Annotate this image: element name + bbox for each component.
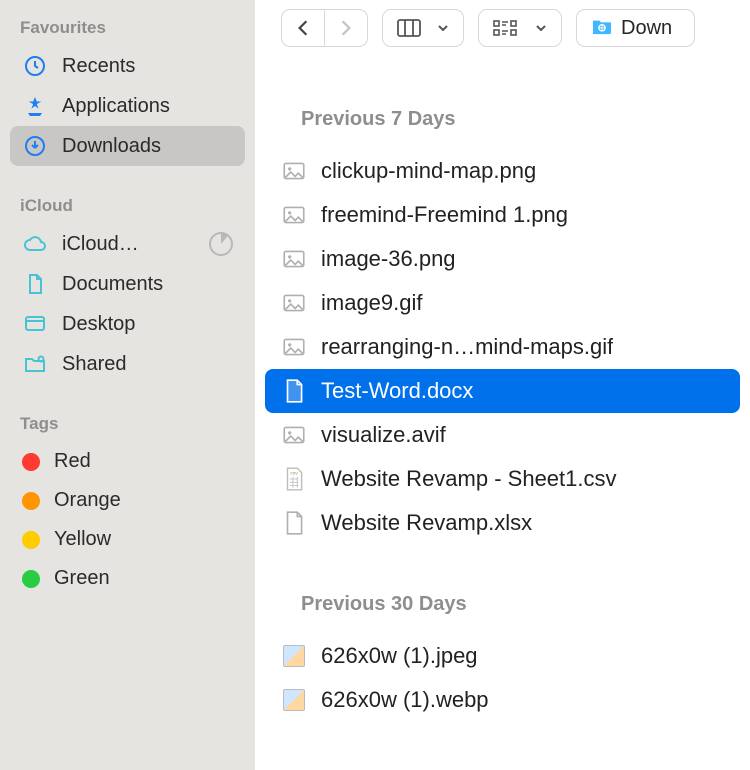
file-name: Website Revamp - Sheet1.csv (321, 466, 617, 492)
location-content: Down (577, 10, 694, 46)
sidebar-item-label: Downloads (62, 135, 161, 158)
sidebar-item-label: Documents (62, 273, 163, 296)
sidebar-section-icloud: iCloud iCloud… Documents (10, 190, 245, 384)
tag-dot-yellow (22, 531, 40, 549)
doc-file-icon (281, 378, 307, 404)
desktop-icon (22, 312, 48, 336)
image-file-icon (281, 290, 307, 316)
file-name: 626x0w (1).jpeg (321, 643, 478, 669)
sidebar-item-label: Yellow (54, 528, 111, 551)
applications-icon (22, 94, 48, 118)
sidebar-item-shared[interactable]: Shared (10, 344, 245, 384)
tag-dot-green (22, 570, 40, 588)
sidebar-item-label: Orange (54, 489, 121, 512)
view-mode-chevron (435, 10, 463, 46)
jpeg-file-icon (281, 687, 307, 713)
file-row[interactable]: 626x0w (1).jpeg (265, 634, 740, 678)
file-name: image9.gif (321, 290, 423, 316)
jpeg-file-icon (281, 643, 307, 669)
view-mode-columns[interactable] (382, 9, 464, 47)
file-name: rearranging-n…mind-maps.gif (321, 334, 613, 360)
file-row[interactable]: 626x0w (1).webp (265, 678, 740, 722)
sidebar-section-tags: Tags Red Orange Yellow Green (10, 408, 245, 598)
file-name: freemind-Freemind 1.png (321, 202, 568, 228)
file-name: Test-Word.docx (321, 378, 473, 404)
sidebar-item-label: Recents (62, 55, 135, 78)
section-title-tags: Tags (10, 408, 245, 442)
file-name: Website Revamp.xlsx (321, 510, 532, 536)
sidebar-item-label: iCloud… (62, 233, 139, 256)
image-file-icon (281, 334, 307, 360)
nav-buttons (281, 9, 368, 47)
file-row[interactable]: visualize.avif (265, 413, 740, 457)
back-button[interactable] (282, 10, 324, 46)
file-row[interactable]: Website Revamp.xlsx (265, 501, 740, 545)
sidebar-item-documents[interactable]: Documents (10, 264, 245, 304)
svg-text:csv: csv (290, 472, 298, 477)
location-label: Down (621, 17, 680, 40)
image-file-icon (281, 422, 307, 448)
image-file-icon (281, 202, 307, 228)
file-name: visualize.avif (321, 422, 446, 448)
folder-icon (591, 17, 613, 39)
shared-folder-icon (22, 352, 48, 376)
sidebar-item-label: Red (54, 450, 91, 473)
tag-dot-orange (22, 492, 40, 510)
file-row[interactable]: freemind-Freemind 1.png (265, 193, 740, 237)
main-pane: Down Previous 7 Days clickup-mind-map.png… (255, 0, 750, 770)
sidebar-section-favourites: Favourites Recents Applications (10, 12, 245, 166)
image-file-icon (281, 158, 307, 184)
sidebar-item-recents[interactable]: Recents (10, 46, 245, 86)
forward-button[interactable] (324, 10, 367, 46)
section-title-favourites: Favourites (10, 12, 245, 46)
sidebar-item-label: Shared (62, 353, 127, 376)
file-row[interactable]: image9.gif (265, 281, 740, 325)
sidebar-item-applications[interactable]: Applications (10, 86, 245, 126)
columns-view-icon (383, 10, 435, 46)
file-row[interactable]: rearranging-n…mind-maps.gif (265, 325, 740, 369)
sidebar-tag-red[interactable]: Red (10, 442, 245, 481)
group-by-chevron (533, 10, 561, 46)
doc-file-icon (281, 510, 307, 536)
sidebar-item-label: Desktop (62, 313, 135, 336)
location-button[interactable]: Down (576, 9, 695, 47)
tag-dot-red (22, 453, 40, 471)
file-row[interactable]: csv Website Revamp - Sheet1.csv (265, 457, 740, 501)
image-file-icon (281, 246, 307, 272)
clock-icon (22, 54, 48, 78)
icloud-drive-left: iCloud… (22, 232, 139, 256)
document-icon (22, 272, 48, 296)
sidebar-item-label: Green (54, 567, 110, 590)
file-name: image-36.png (321, 246, 456, 272)
file-row[interactable]: Test-Word.docx (265, 369, 740, 413)
sidebar-item-downloads[interactable]: Downloads (10, 126, 245, 166)
csv-file-icon: csv (281, 466, 307, 492)
file-name: clickup-mind-map.png (321, 158, 536, 184)
sidebar-item-desktop[interactable]: Desktop (10, 304, 245, 344)
download-icon (22, 134, 48, 158)
group-header: Previous 7 Days (255, 60, 750, 149)
group-by-button[interactable] (478, 9, 562, 47)
file-row[interactable]: clickup-mind-map.png (265, 149, 740, 193)
file-row[interactable]: image-36.png (265, 237, 740, 281)
group-header: Previous 30 Days (255, 545, 750, 634)
group-icon (479, 10, 533, 46)
icloud-progress-icon (209, 232, 233, 256)
section-title-icloud: iCloud (10, 190, 245, 224)
sidebar-tag-orange[interactable]: Orange (10, 481, 245, 520)
sidebar-tag-yellow[interactable]: Yellow (10, 520, 245, 559)
sidebar-item-label: Applications (62, 95, 170, 118)
file-name: 626x0w (1).webp (321, 687, 489, 713)
file-list: Previous 7 Days clickup-mind-map.png freem… (255, 60, 750, 770)
cloud-icon (22, 232, 48, 256)
sidebar-item-icloud-drive[interactable]: iCloud… (10, 224, 245, 264)
sidebar-tag-green[interactable]: Green (10, 559, 245, 598)
toolbar: Down (255, 0, 750, 60)
sidebar: Favourites Recents Applications (0, 0, 255, 770)
